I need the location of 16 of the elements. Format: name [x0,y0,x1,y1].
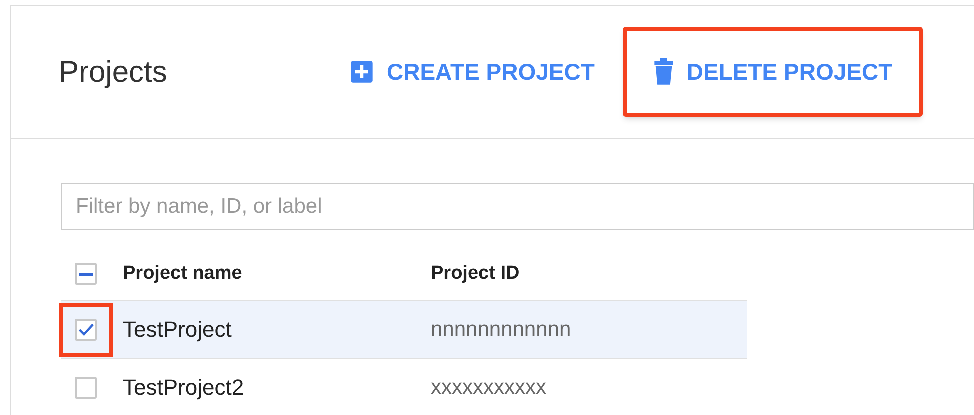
page-title: Projects [59,54,168,90]
project-id-cell-text: nnnnnnnnnnnn [431,316,572,343]
filter-field[interactable]: Filter by name, ID, or label [61,183,974,230]
trash-icon [652,58,675,86]
checkbox[interactable] [75,318,97,340]
project-row[interactable]: TestProject nnnnnnnnnnnn [61,300,747,358]
checkbox[interactable] [75,263,97,285]
project-id-cell-text: xxxxxxxxxxx [431,374,546,401]
delete-project-button[interactable]: DELETE PROJECT [652,54,893,90]
column-header: Project ID [431,262,520,286]
project-name-cell-text: TestProject [123,316,233,344]
plus-icon [349,59,375,85]
checkbox[interactable] [75,376,97,398]
create-project-button[interactable]: CREATE PROJECT [349,54,595,90]
project-name-cell-text: TestProject2 [123,374,246,402]
column-header: Project name [123,262,244,286]
